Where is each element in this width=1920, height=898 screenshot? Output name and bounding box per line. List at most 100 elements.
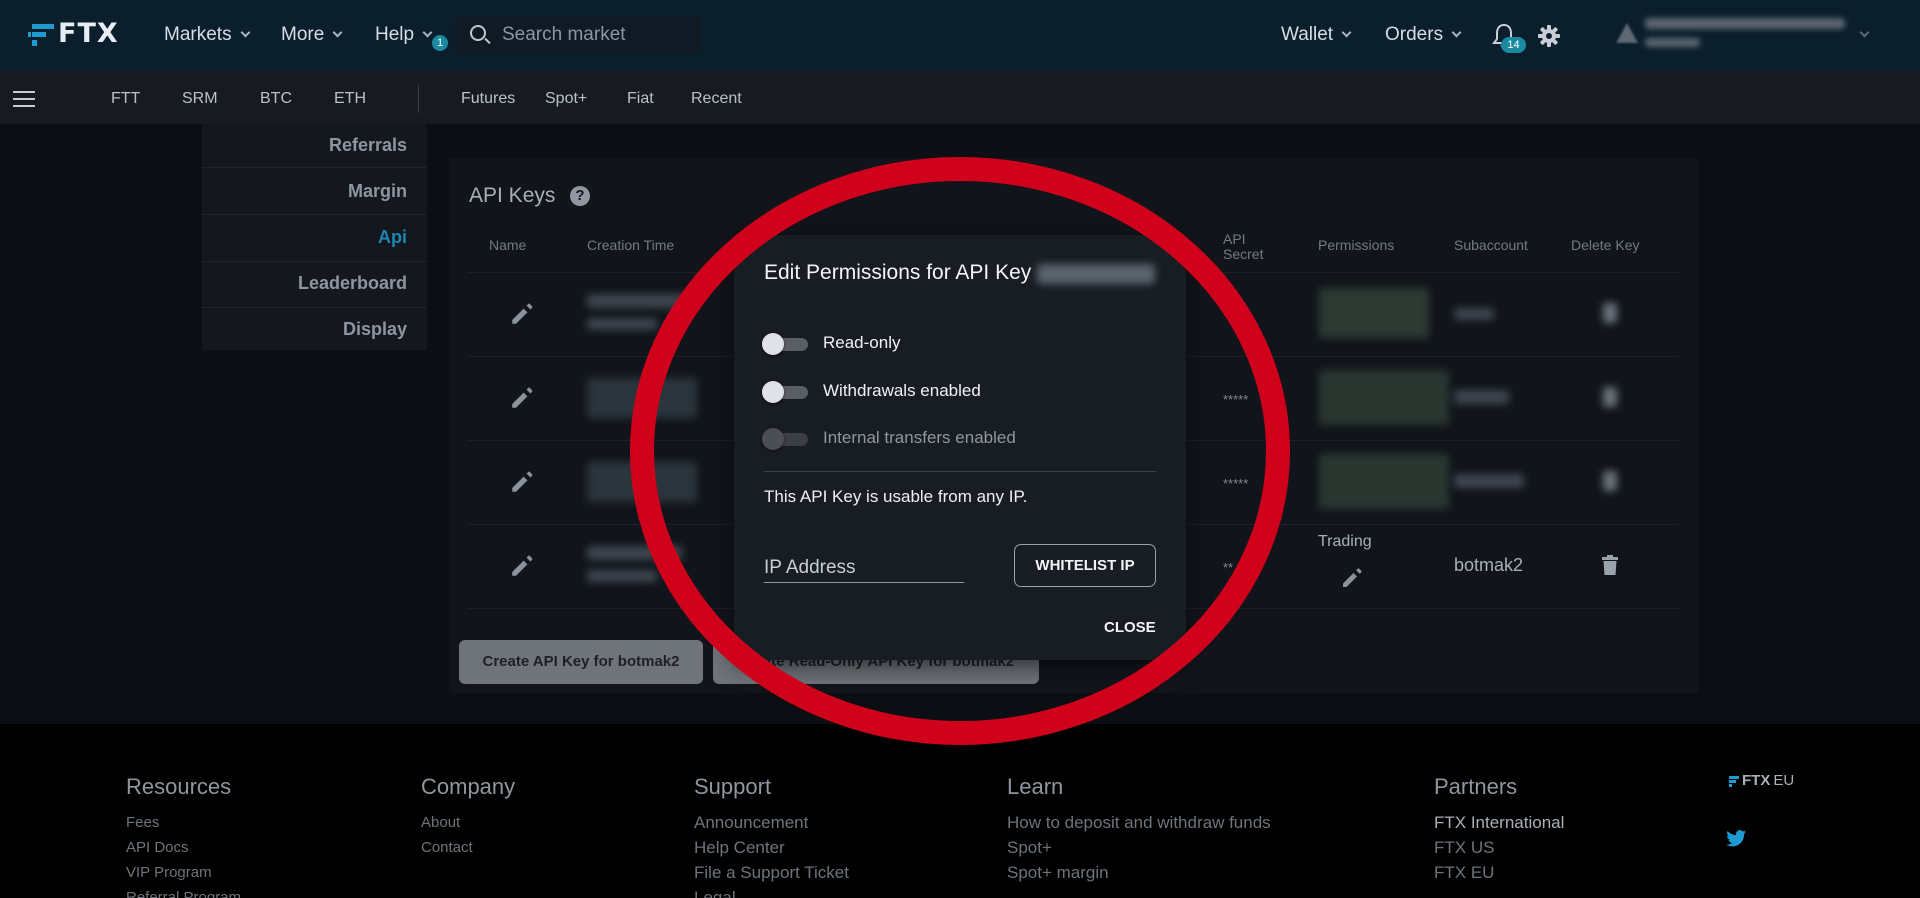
chevron-down-icon bbox=[1451, 27, 1462, 38]
sidebar-item-referrals[interactable]: Referrals bbox=[329, 135, 407, 156]
internal-transfers-switch bbox=[762, 428, 809, 450]
subnav-eth[interactable]: ETH bbox=[334, 90, 366, 108]
ip-address-input[interactable] bbox=[764, 553, 964, 583]
footer-heading: Learn bbox=[1007, 774, 1064, 799]
ip-usage-note: This API Key is usable from any IP. bbox=[764, 487, 1028, 506]
subnav-ftt[interactable]: FTT bbox=[111, 90, 140, 108]
trash-icon[interactable] bbox=[1602, 555, 1618, 575]
footer-eu-label: EU bbox=[1773, 772, 1795, 789]
trash-icon[interactable] bbox=[1603, 303, 1617, 323]
edit-pencil-icon[interactable] bbox=[509, 469, 535, 495]
subaccount-blurred bbox=[1454, 390, 1509, 404]
whitelist-ip-button[interactable]: WHITELIST IP bbox=[1014, 544, 1156, 587]
footer-ftx-eu-logo[interactable]: FTX EU bbox=[1727, 772, 1794, 789]
ftx-logo[interactable]: FTX bbox=[28, 18, 119, 49]
footer-link-about[interactable]: About bbox=[421, 810, 515, 835]
footer-link-ftx-us[interactable]: FTX US bbox=[1434, 835, 1564, 860]
account-menu[interactable] bbox=[1615, 14, 1870, 54]
creation-time-blurred bbox=[587, 570, 657, 582]
nav-markets-label: Markets bbox=[164, 24, 232, 45]
toggle-internal-transfers: Internal transfers enabled bbox=[762, 425, 1062, 451]
toggle-withdrawals[interactable]: Withdrawals enabled bbox=[762, 378, 1062, 404]
footer-link-contact[interactable]: Contact bbox=[421, 835, 515, 860]
read-only-switch[interactable] bbox=[762, 333, 809, 355]
sidebar-item-display[interactable]: Display bbox=[343, 319, 407, 340]
sidebar-item-margin[interactable]: Margin bbox=[348, 181, 407, 202]
permissions-blurred bbox=[1319, 370, 1449, 425]
subnav-fiat[interactable]: Fiat bbox=[627, 90, 654, 108]
sidebar-item-api[interactable]: Api bbox=[378, 227, 407, 248]
permissions-blurred bbox=[1319, 288, 1429, 338]
toggle-read-only[interactable]: Read-only bbox=[762, 330, 1062, 356]
footer-heading: Resources bbox=[126, 774, 232, 799]
footer-link-announcement[interactable]: Announcement bbox=[694, 810, 849, 835]
edit-pencil-icon[interactable] bbox=[509, 301, 535, 327]
sidebar-divider bbox=[202, 307, 427, 308]
search-market[interactable] bbox=[455, 16, 701, 54]
help-badge: 1 bbox=[432, 35, 448, 51]
footer-ftx-brand: FTX bbox=[1742, 772, 1771, 789]
subnav-srm[interactable]: SRM bbox=[182, 90, 218, 108]
notifications-badge: 14 bbox=[1501, 37, 1526, 53]
footer-link-spot-plus[interactable]: Spot+ bbox=[1007, 835, 1271, 860]
footer-link-spot-plus-margin[interactable]: Spot+ margin bbox=[1007, 860, 1271, 885]
col-api-secret: API Secret bbox=[1223, 232, 1263, 262]
help-icon[interactable]: ? bbox=[570, 186, 590, 206]
api-secret-masked: ***** bbox=[1223, 392, 1249, 407]
permissions-blurred bbox=[1319, 454, 1449, 509]
subnav-recent[interactable]: Recent bbox=[691, 90, 742, 108]
withdrawals-switch[interactable] bbox=[762, 381, 809, 403]
subnav-spot-plus[interactable]: Spot+ bbox=[545, 90, 587, 108]
dialog-divider bbox=[764, 471, 1156, 472]
nav-orders[interactable]: Orders bbox=[1385, 24, 1462, 46]
edit-pencil-icon[interactable] bbox=[509, 385, 535, 411]
close-button[interactable]: CLOSE bbox=[1104, 619, 1156, 636]
footer bbox=[0, 724, 1920, 898]
twitter-icon[interactable] bbox=[1726, 830, 1746, 847]
nav-more[interactable]: More bbox=[281, 24, 343, 46]
chevron-down-icon bbox=[1341, 27, 1352, 38]
footer-link-referral-program[interactable]: Referral Program bbox=[126, 885, 241, 898]
top-navbar: FTX Markets More Help 1 Wallet Orders 14 bbox=[0, 0, 1920, 71]
footer-company: Company About Contact bbox=[421, 774, 515, 860]
chevron-down-icon bbox=[1859, 27, 1870, 38]
col-delete-key: Delete Key bbox=[1571, 237, 1640, 253]
chevron-down-icon bbox=[422, 27, 433, 38]
nav-orders-label: Orders bbox=[1385, 24, 1444, 45]
footer-link-legal[interactable]: Legal bbox=[694, 885, 849, 898]
footer-link-ftx-eu[interactable]: FTX EU bbox=[1434, 860, 1564, 885]
nav-wallet[interactable]: Wallet bbox=[1281, 24, 1352, 46]
subnav-btc[interactable]: BTC bbox=[260, 90, 292, 108]
read-only-label: Read-only bbox=[823, 333, 901, 352]
sidebar-divider bbox=[202, 167, 427, 168]
create-api-key-button[interactable]: Create API Key for botmak2 bbox=[459, 640, 703, 684]
footer-link-support-ticket[interactable]: File a Support Ticket bbox=[694, 860, 849, 885]
sidebar-divider bbox=[202, 214, 427, 215]
footer-link-api-docs[interactable]: API Docs bbox=[126, 835, 241, 860]
search-input[interactable] bbox=[502, 20, 692, 50]
gear-icon[interactable] bbox=[1538, 25, 1560, 47]
market-subnav: FTT SRM BTC ETH Futures Spot+ Fiat Recen… bbox=[0, 71, 1920, 124]
api-secret-masked: ***** bbox=[1223, 476, 1249, 491]
subnav-divider bbox=[418, 85, 419, 113]
nav-markets[interactable]: Markets bbox=[164, 24, 251, 46]
footer-link-ftx-international[interactable]: FTX International bbox=[1434, 810, 1564, 835]
edit-pencil-icon[interactable] bbox=[1340, 566, 1364, 590]
subnav-futures[interactable]: Futures bbox=[461, 90, 515, 108]
creation-time-blurred bbox=[587, 294, 687, 308]
col-api-secret-line1: API bbox=[1223, 231, 1246, 247]
footer-link-vip-program[interactable]: VIP Program bbox=[126, 860, 241, 885]
trash-icon[interactable] bbox=[1603, 387, 1617, 407]
ip-address-field[interactable] bbox=[764, 553, 964, 583]
footer-link-deposit-withdraw[interactable]: How to deposit and withdraw funds bbox=[1007, 810, 1271, 835]
menu-icon[interactable] bbox=[13, 91, 35, 107]
edit-pencil-icon[interactable] bbox=[509, 553, 535, 579]
trash-icon[interactable] bbox=[1603, 471, 1617, 491]
chevron-down-icon bbox=[332, 27, 343, 38]
api-secret-masked: ***** bbox=[1223, 308, 1249, 323]
footer-link-help-center[interactable]: Help Center bbox=[694, 835, 849, 860]
footer-link-fees[interactable]: Fees bbox=[126, 810, 241, 835]
nav-help[interactable]: Help bbox=[375, 24, 433, 46]
sidebar-item-leaderboard[interactable]: Leaderboard bbox=[298, 273, 407, 294]
warning-icon bbox=[1616, 23, 1638, 43]
